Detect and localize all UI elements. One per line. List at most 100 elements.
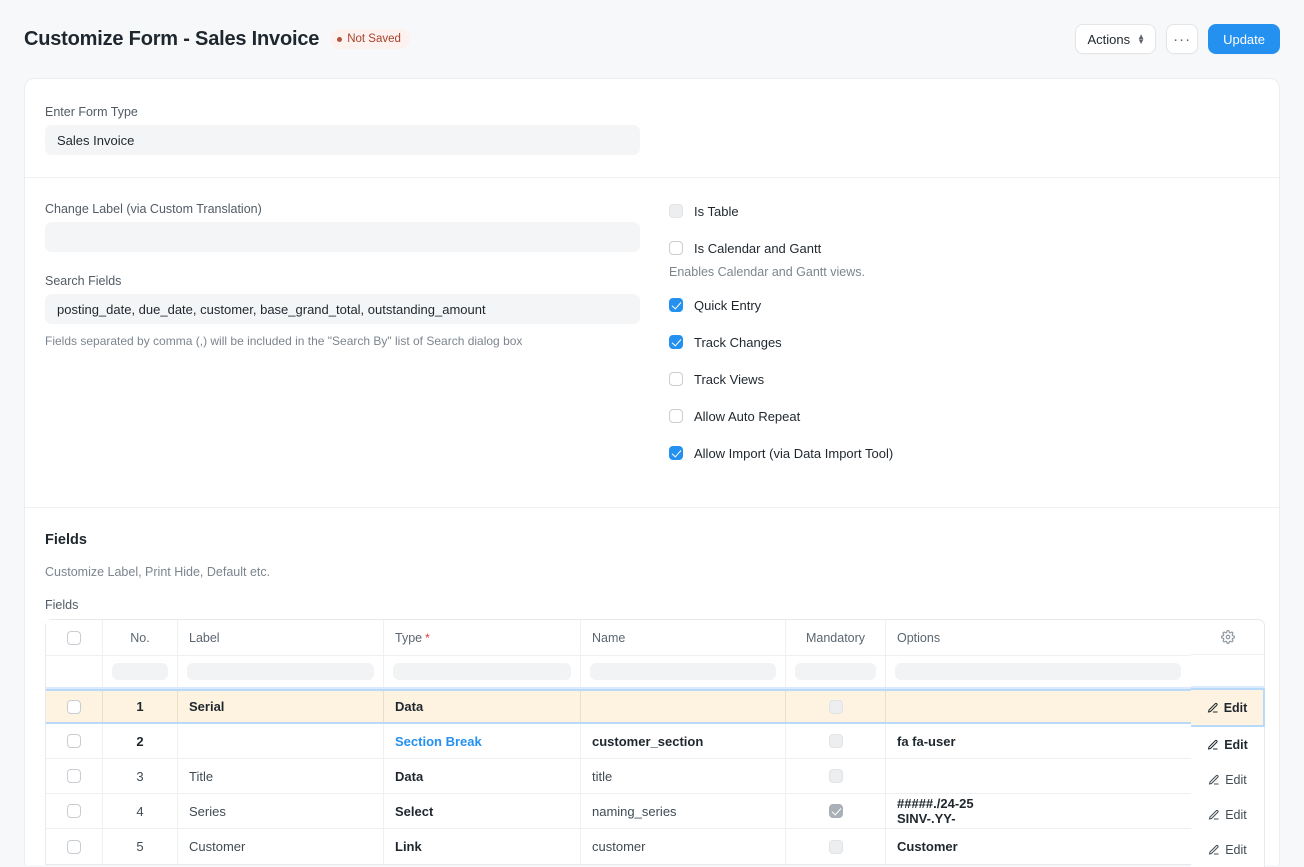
checkbox-select-all[interactable] [67, 630, 81, 645]
option-track-views[interactable]: Track Views [669, 370, 1259, 388]
grid-filter-name[interactable] [581, 656, 786, 687]
grid-header-name[interactable]: Name [581, 620, 786, 655]
row-mandatory[interactable] [786, 829, 886, 864]
row-options[interactable] [886, 759, 1190, 793]
status-dot-icon [337, 36, 343, 42]
row-name[interactable]: customer_section [581, 724, 786, 758]
grid-header-mandatory[interactable]: Mandatory [786, 620, 886, 655]
checkbox-row-select[interactable] [67, 734, 81, 748]
checkbox-is-calendar-and-gantt[interactable] [669, 241, 683, 255]
row-label[interactable]: Serial [178, 691, 384, 722]
grid-header-label[interactable]: Label [178, 620, 384, 655]
row-select-cell[interactable] [46, 794, 103, 828]
row-type[interactable]: Select [384, 794, 581, 828]
update-button[interactable]: Update [1208, 24, 1280, 54]
row-options[interactable]: Customer [886, 829, 1190, 864]
row-options[interactable]: #####./24-25 SINV-.YY- [886, 794, 1190, 828]
customize-form-card: Enter Form Type Sales Invoice Change Lab… [24, 78, 1280, 867]
grid-filter-row [46, 656, 1191, 689]
row-name[interactable] [581, 691, 786, 722]
row-select-cell[interactable] [46, 759, 103, 793]
gear-icon[interactable] [1220, 630, 1235, 644]
row-options[interactable] [886, 691, 1190, 722]
row-type[interactable]: Section Break [384, 724, 581, 758]
checkbox-track-changes[interactable] [669, 335, 683, 349]
row-edit-button[interactable]: Edit [1191, 727, 1265, 762]
table-row[interactable]: 3 Title Data title [46, 759, 1191, 794]
row-label[interactable]: Title [178, 759, 384, 793]
checkbox-row-select[interactable] [67, 769, 81, 783]
row-options[interactable]: fa fa-user [886, 724, 1190, 758]
grid-header-options[interactable]: Options [886, 620, 1190, 655]
row-select-cell[interactable] [46, 724, 103, 758]
page-header: Customize Form - Sales Invoice Not Saved… [0, 0, 1304, 78]
row-mandatory[interactable] [786, 691, 886, 722]
option-allow-auto-repeat[interactable]: Allow Auto Repeat [669, 407, 1259, 425]
row-select-cell[interactable] [46, 691, 103, 722]
grid-header-type[interactable]: Type * [384, 620, 581, 655]
row-name[interactable]: title [581, 759, 786, 793]
table-row[interactable]: 5 Customer Link customer Customer [46, 829, 1191, 864]
row-type[interactable]: Data [384, 759, 581, 793]
checkbox-row-mandatory[interactable] [828, 699, 843, 714]
pencil-icon [1208, 809, 1220, 821]
actions-button[interactable]: Actions ▲ ▼ [1074, 24, 1157, 54]
checkbox-quick-entry[interactable] [669, 298, 683, 312]
checkbox-row-select[interactable] [67, 699, 81, 714]
page-title: Customize Form - Sales Invoice [24, 28, 320, 50]
row-name[interactable]: customer [581, 829, 786, 864]
change-label-input[interactable] [45, 222, 640, 252]
grid-filter-mandatory[interactable] [786, 656, 886, 687]
checkbox-row-mandatory[interactable] [828, 769, 843, 783]
option-is-calendar-and-gantt[interactable]: Is Calendar and Gantt [669, 239, 1259, 257]
checkbox-row-mandatory[interactable] [828, 734, 843, 748]
grid-settings-cell[interactable] [1191, 619, 1265, 655]
row-label[interactable]: Series [178, 794, 384, 828]
row-edit-button[interactable]: Edit [1191, 797, 1265, 832]
filter-placeholder-label [187, 663, 374, 680]
checkbox-row-mandatory[interactable] [828, 839, 843, 854]
row-type[interactable]: Data [384, 691, 581, 722]
checkbox-row-select[interactable] [67, 839, 81, 854]
grid-header-no[interactable]: No. [103, 620, 178, 655]
row-mandatory[interactable] [786, 794, 886, 828]
option-allow-import[interactable]: Allow Import (via Data Import Tool) [669, 444, 1259, 462]
table-row[interactable]: 1 Serial Data [46, 689, 1191, 724]
row-type[interactable]: Link [384, 829, 581, 864]
option-quick-entry[interactable]: Quick Entry [669, 296, 1259, 314]
pencil-icon [1207, 702, 1219, 714]
option-is-calendar-and-gantt-label: Is Calendar and Gantt [694, 240, 822, 256]
checkbox-track-views[interactable] [669, 372, 683, 386]
row-mandatory[interactable] [786, 759, 886, 793]
grid-filter-type[interactable] [384, 656, 581, 687]
change-label-label: Change Label (via Custom Translation) [45, 202, 262, 216]
row-label[interactable] [178, 724, 384, 758]
checkbox-row-mandatory[interactable] [828, 804, 843, 818]
grid-filter-no[interactable] [103, 656, 178, 687]
option-is-table-label: Is Table [694, 203, 739, 219]
row-name[interactable]: naming_series [581, 794, 786, 828]
row-edit-button[interactable]: Edit [1191, 832, 1265, 867]
grid-filter-options[interactable] [886, 656, 1190, 687]
option-track-changes[interactable]: Track Changes [669, 333, 1259, 351]
checkbox-allow-import[interactable] [669, 446, 683, 460]
option-is-table[interactable]: Is Table [669, 202, 1259, 220]
checkbox-allow-auto-repeat[interactable] [669, 409, 683, 423]
more-options-button[interactable]: ··· [1166, 24, 1199, 54]
table-row[interactable]: 4 Series Select naming_series #####./24-… [46, 794, 1191, 829]
search-fields-label: Search Fields [45, 274, 122, 288]
grid-select-all-cell[interactable] [46, 620, 103, 655]
form-type-input[interactable]: Sales Invoice [45, 125, 640, 155]
row-edit-button[interactable]: Edit [1191, 762, 1265, 797]
row-edit-button[interactable]: Edit [1191, 688, 1265, 727]
checkbox-is-table[interactable] [669, 204, 683, 218]
grid-filter-label[interactable] [178, 656, 384, 687]
row-select-cell[interactable] [46, 829, 103, 864]
search-fields-input[interactable]: posting_date, due_date, customer, base_g… [45, 294, 640, 324]
checkbox-row-select[interactable] [67, 804, 81, 818]
table-row[interactable]: 2 Section Break customer_section fa fa-u… [46, 724, 1191, 759]
row-label[interactable]: Customer [178, 829, 384, 864]
filter-placeholder-options [895, 663, 1181, 680]
settings-section: Change Label (via Custom Translation) Se… [25, 178, 1279, 507]
row-mandatory[interactable] [786, 724, 886, 758]
